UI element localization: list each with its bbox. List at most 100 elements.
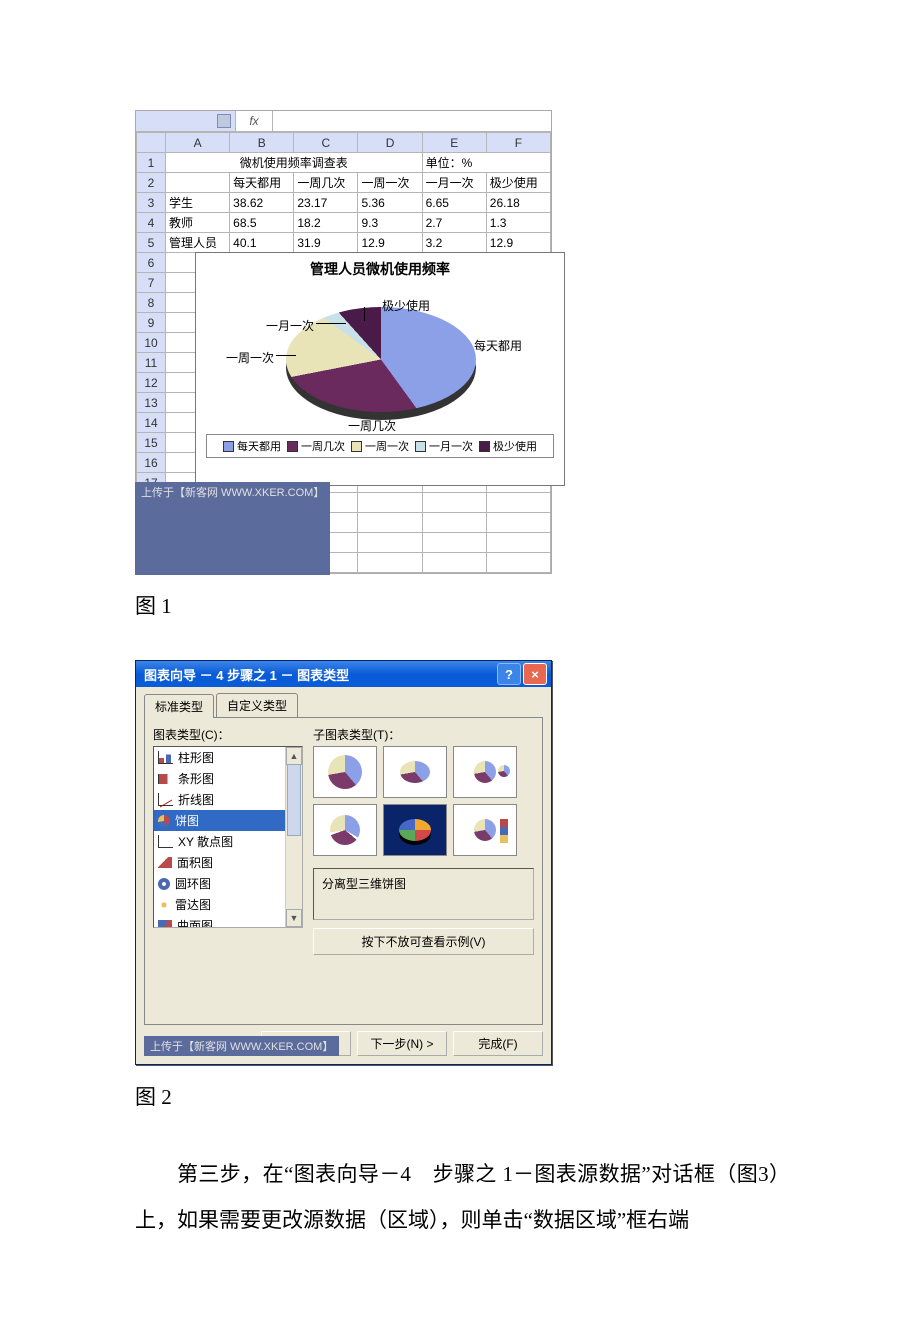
data-cell[interactable]: 3.2 [422, 233, 486, 253]
empty-cell[interactable] [358, 513, 422, 533]
chart-type-label: 面积图 [177, 854, 213, 871]
chart-wizard-dialog: 图表向导 － 4 步骤之 1 － 图表类型 ? × 标准类型 自定义类型 图表类… [135, 660, 552, 1065]
help-button[interactable]: ? [497, 663, 521, 685]
column-label-cell[interactable]: 一周几次 [294, 173, 358, 193]
scroll-up-icon[interactable]: ▲ [286, 747, 302, 765]
column-label-cell[interactable]: 一月一次 [422, 173, 486, 193]
close-button[interactable]: × [523, 663, 547, 685]
row-header[interactable]: 11 [137, 353, 166, 373]
row-header[interactable]: 10 [137, 333, 166, 353]
chart-type-item[interactable]: 圆环图 [154, 873, 286, 894]
chart-type-icon [158, 774, 173, 784]
tab-custom[interactable]: 自定义类型 [216, 693, 298, 717]
chart-type-item[interactable]: 面积图 [154, 852, 286, 873]
chart-type-item[interactable]: 条形图 [154, 768, 286, 789]
chart-type-item[interactable]: 折线图 [154, 789, 286, 810]
empty-cell[interactable] [486, 553, 550, 573]
chart-type-item[interactable]: XY 散点图 [154, 831, 286, 852]
empty-cell[interactable] [358, 533, 422, 553]
row-header[interactable]: 4 [137, 213, 166, 233]
unit-cell[interactable]: 单位：% [422, 153, 550, 173]
subtype-exploded-3d-pie[interactable] [383, 804, 447, 856]
name-box-dropdown-icon[interactable] [217, 114, 231, 128]
chart-type-item[interactable]: 雷达图 [154, 894, 286, 915]
next-button[interactable]: 下一步(N) > [357, 1031, 447, 1056]
row-header[interactable]: 6 [137, 253, 166, 273]
data-cell[interactable]: 31.9 [294, 233, 358, 253]
column-header[interactable]: B [230, 133, 294, 153]
empty-cell[interactable] [422, 553, 486, 573]
empty-cell[interactable] [422, 513, 486, 533]
scroll-down-icon[interactable]: ▼ [286, 909, 302, 927]
row-label-cell[interactable]: 管理人员 [166, 233, 230, 253]
sheet-title[interactable]: 微机使用频率调查表 [166, 153, 423, 173]
chart-type-item[interactable]: 曲面图 [154, 915, 286, 928]
tab-standard[interactable]: 标准类型 [144, 694, 214, 718]
dialog-title-text: 图表向导 － 4 步骤之 1 － 图表类型 [144, 665, 349, 684]
data-cell[interactable]: 23.17 [294, 193, 358, 213]
column-label-cell[interactable]: 一周一次 [358, 173, 422, 193]
column-label-cell[interactable]: 每天都用 [230, 173, 294, 193]
empty-cell[interactable] [422, 533, 486, 553]
row-header[interactable]: 1 [137, 153, 166, 173]
column-label-cell[interactable]: 极少使用 [486, 173, 550, 193]
row-header[interactable]: 9 [137, 313, 166, 333]
select-all-cell[interactable] [137, 133, 166, 153]
subtype-pie-3d[interactable] [383, 746, 447, 798]
row-label-cell[interactable]: 教师 [166, 213, 230, 233]
empty-cell[interactable] [486, 513, 550, 533]
row-header[interactable]: 5 [137, 233, 166, 253]
data-cell[interactable]: 38.62 [230, 193, 294, 213]
formula-input[interactable] [273, 111, 551, 131]
listbox-scrollbar[interactable]: ▲ ▼ [285, 747, 302, 927]
data-cell[interactable]: 68.5 [230, 213, 294, 233]
row-header[interactable]: 15 [137, 433, 166, 453]
empty-cell[interactable] [358, 493, 422, 513]
fx-button[interactable]: fx [236, 111, 273, 131]
data-cell[interactable]: 12.9 [358, 233, 422, 253]
data-cell[interactable]: 26.18 [486, 193, 550, 213]
subtype-pie[interactable] [313, 746, 377, 798]
column-header[interactable]: C [294, 133, 358, 153]
row-header[interactable]: 3 [137, 193, 166, 213]
data-cell[interactable]: 1.3 [486, 213, 550, 233]
row-label-cell[interactable]: 学生 [166, 193, 230, 213]
name-box[interactable] [136, 111, 236, 131]
row-header[interactable]: 8 [137, 293, 166, 313]
subtype-pie-of-pie[interactable] [453, 746, 517, 798]
empty-cell[interactable] [422, 493, 486, 513]
column-header[interactable]: E [422, 133, 486, 153]
data-cell[interactable]: 12.9 [486, 233, 550, 253]
row-header[interactable]: 7 [137, 273, 166, 293]
column-header[interactable]: F [486, 133, 550, 153]
data-cell[interactable]: 5.36 [358, 193, 422, 213]
subtype-description: 分离型三维饼图 [313, 868, 534, 920]
empty-cell[interactable] [486, 533, 550, 553]
data-cell[interactable]: 2.7 [422, 213, 486, 233]
data-cell[interactable]: 9.3 [358, 213, 422, 233]
finish-button[interactable]: 完成(F) [453, 1031, 543, 1056]
data-cell[interactable]: 40.1 [230, 233, 294, 253]
data-cell[interactable]: 18.2 [294, 213, 358, 233]
row-header[interactable]: 12 [137, 373, 166, 393]
empty-cell[interactable] [358, 553, 422, 573]
chart-type-listbox[interactable]: 柱形图条形图折线图饼图XY 散点图面积图圆环图雷达图曲面图 ▲ ▼ [153, 746, 303, 928]
preview-sample-button[interactable]: 按下不放可查看示例(V) [313, 928, 534, 955]
dialog-titlebar[interactable]: 图表向导 － 4 步骤之 1 － 图表类型 ? × [136, 661, 551, 687]
chart-type-item[interactable]: 柱形图 [154, 747, 286, 768]
row-header[interactable]: 14 [137, 413, 166, 433]
chart-type-item[interactable]: 饼图 [154, 810, 286, 831]
subtype-exploded-pie[interactable] [313, 804, 377, 856]
column-header[interactable]: D [358, 133, 422, 153]
chart-type-label: 条形图 [178, 770, 214, 787]
data-cell[interactable]: 6.65 [422, 193, 486, 213]
column-header[interactable]: A [166, 133, 230, 153]
row-header[interactable]: 13 [137, 393, 166, 413]
scroll-thumb[interactable] [287, 764, 301, 836]
row-header[interactable]: 2 [137, 173, 166, 193]
embedded-pie-chart[interactable]: 管理人员微机使用频率 每天都用 一周几次 一周一次 一月一次 极少使用 每天都用… [195, 252, 565, 486]
subtype-bar-of-pie[interactable] [453, 804, 517, 856]
empty-cell[interactable] [486, 493, 550, 513]
legend-label: 一周几次 [301, 438, 345, 454]
row-header[interactable]: 16 [137, 453, 166, 473]
